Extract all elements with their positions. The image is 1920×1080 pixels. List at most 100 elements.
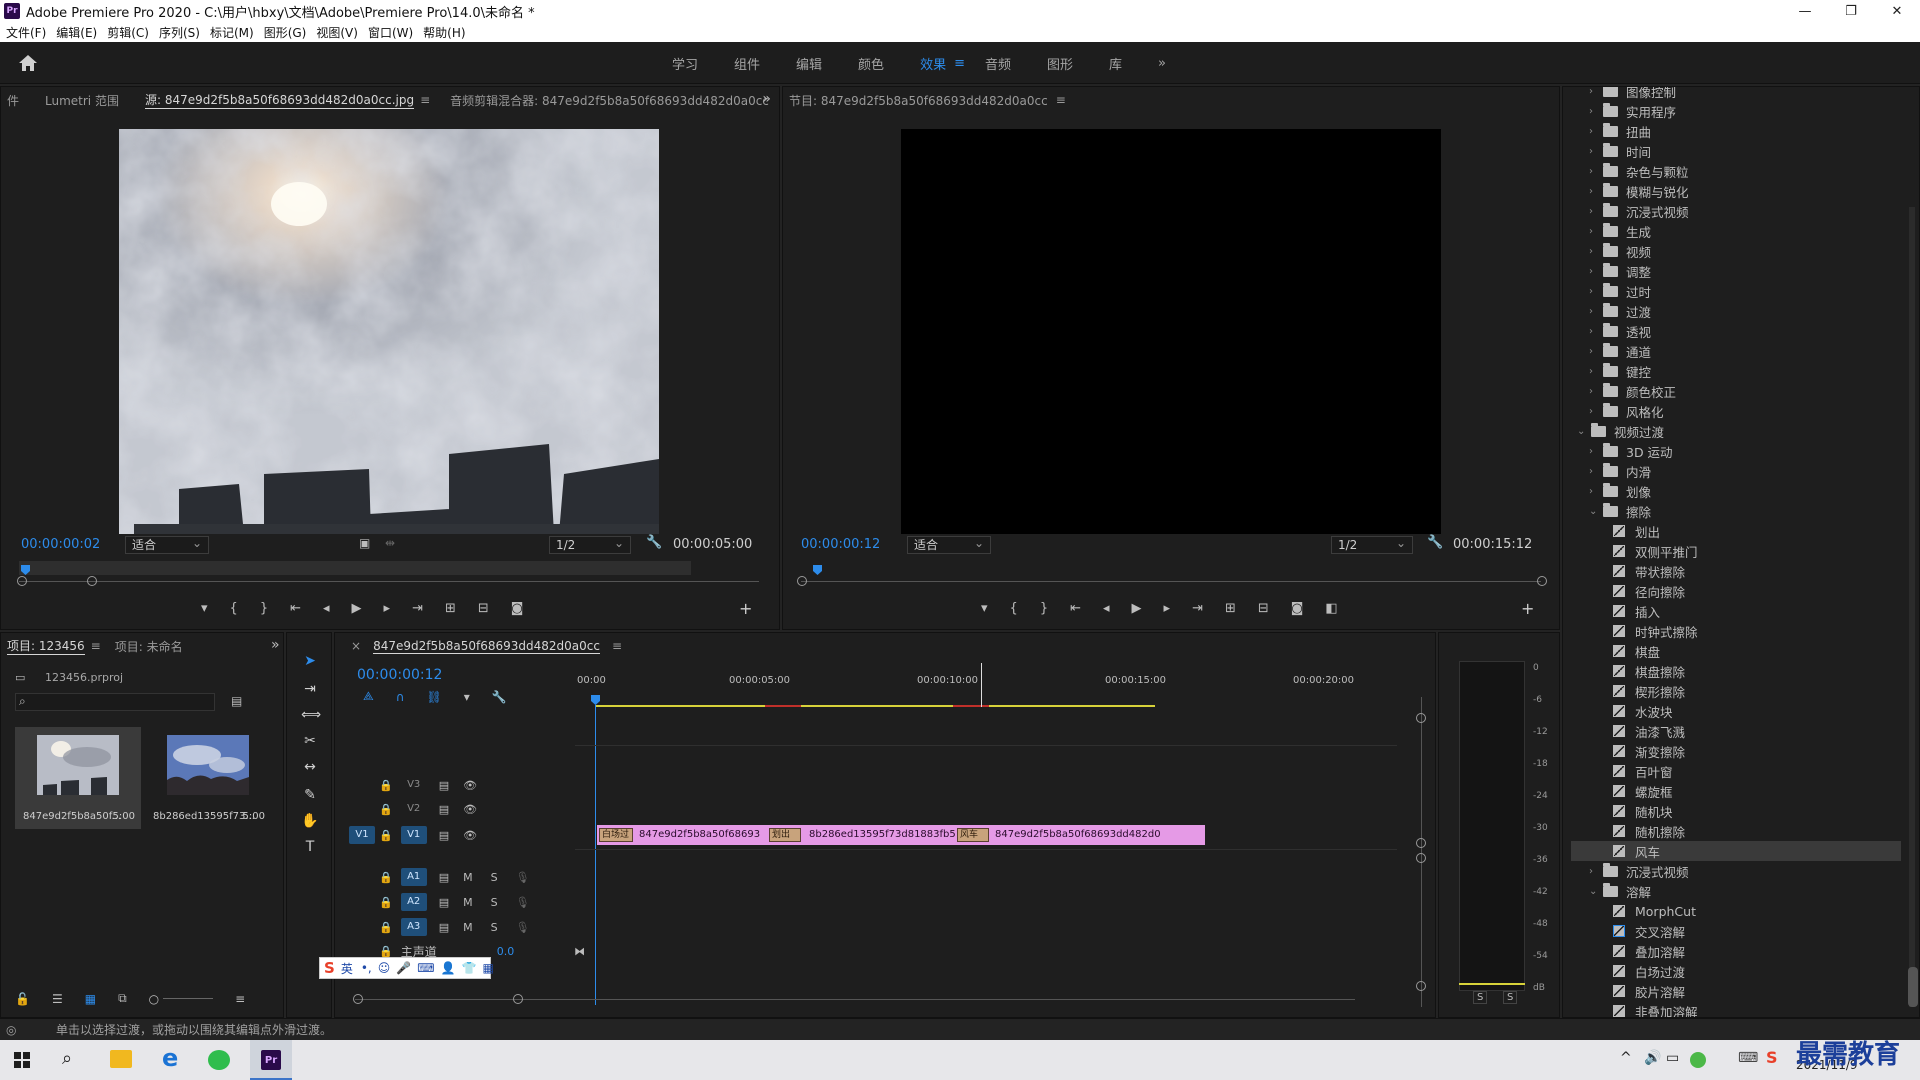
- timeline-menu-icon[interactable]: ≡: [612, 639, 622, 653]
- razor-tool-icon[interactable]: ✂: [301, 733, 319, 751]
- chevron-right-icon[interactable]: ›: [1589, 126, 1603, 137]
- meter-solo-right[interactable]: S: [1503, 991, 1518, 1004]
- timeline-vscroll-handle-top[interactable]: [1416, 713, 1426, 723]
- source-settings-wrench-icon[interactable]: 🔧: [646, 535, 662, 550]
- source-insert-icon[interactable]: ⊞: [445, 601, 456, 616]
- tab-partial[interactable]: 件: [7, 92, 19, 109]
- chevron-right-icon[interactable]: ›: [1589, 466, 1603, 477]
- panel-overflow-icon[interactable]: »: [762, 91, 771, 107]
- program-resolution-dropdown[interactable]: 1/2: [1331, 535, 1413, 554]
- effect-item[interactable]: 棋盘: [1613, 641, 1903, 661]
- type-tool-icon[interactable]: T: [301, 839, 319, 857]
- go-to-out-point-icon[interactable]: ⧓: [574, 945, 585, 958]
- tray-app-icon[interactable]: [1690, 1052, 1706, 1068]
- source-resolution-dropdown[interactable]: 1/2: [549, 535, 631, 554]
- linked-selection-icon[interactable]: ⛓: [427, 690, 442, 704]
- clip-3[interactable]: 847e9d2f5b8a50f68693dd482d0: [991, 825, 1201, 845]
- track-lock-icon[interactable]: 🔒: [379, 779, 393, 792]
- effects-scrollbar-thumb[interactable]: [1908, 967, 1918, 1007]
- track-lock-icon[interactable]: 🔒: [379, 829, 393, 842]
- program-extract-icon[interactable]: ⊟: [1258, 601, 1269, 616]
- ripple-edit-tool-icon[interactable]: ⟺: [301, 707, 321, 725]
- effect-item[interactable]: 螺旋框: [1613, 781, 1903, 801]
- effect-folder[interactable]: › 颜色校正: [1589, 381, 1903, 401]
- effect-item[interactable]: 划出: [1613, 521, 1903, 541]
- timeline-tab[interactable]: 847e9d2f5b8a50f68693dd482d0a0cc: [373, 639, 600, 654]
- track-sync-icon[interactable]: ▤: [439, 829, 449, 842]
- chevron-right-icon[interactable]: ›: [1589, 266, 1603, 277]
- source-fit-dropdown[interactable]: 适合: [125, 535, 209, 554]
- icon-view-icon[interactable]: ▦: [85, 992, 96, 1006]
- menu-window[interactable]: 窗口(W): [368, 24, 413, 41]
- volume-icon[interactable]: 🔊: [1644, 1050, 1661, 1066]
- tray-up-arrow-icon[interactable]: ^: [1620, 1050, 1632, 1066]
- workspace-tab-learn[interactable]: 学习: [672, 54, 698, 73]
- menu-graphics[interactable]: 图形(G): [264, 24, 307, 41]
- minimize-button[interactable]: —: [1782, 0, 1828, 22]
- workspace-tab-effects[interactable]: 效果: [920, 54, 946, 73]
- slip-tool-icon[interactable]: ↔: [301, 759, 319, 777]
- file-explorer-icon[interactable]: [110, 1050, 132, 1068]
- meter-solo-left[interactable]: S: [1473, 991, 1488, 1004]
- effect-folder[interactable]: › 3D 运动: [1589, 441, 1903, 461]
- effect-item[interactable]: 交叉溶解: [1613, 921, 1903, 941]
- chevron-right-icon[interactable]: ›: [1589, 286, 1603, 297]
- workspace-tab-libraries[interactable]: 库: [1109, 54, 1122, 73]
- program-fit-dropdown[interactable]: 适合: [907, 535, 991, 554]
- track-a1-label[interactable]: A1: [400, 868, 427, 886]
- mute-button[interactable]: M: [463, 921, 473, 934]
- source-go-to-out-icon[interactable]: ⇥: [412, 601, 423, 616]
- track-lock-icon[interactable]: 🔒: [379, 945, 393, 958]
- workspace-menu-icon[interactable]: ≡: [954, 56, 965, 71]
- clip-1[interactable]: 847e9d2f5b8a50f68693: [635, 825, 765, 845]
- effect-folder[interactable]: › 杂色与颗粒: [1589, 161, 1903, 181]
- program-add-button-icon[interactable]: +: [1521, 599, 1534, 618]
- chevron-right-icon[interactable]: ›: [1589, 406, 1603, 417]
- timeline-vertical-scrollbar[interactable]: [1421, 697, 1422, 1007]
- effect-item[interactable]: 渐变擦除: [1613, 741, 1903, 761]
- program-mark-out-icon[interactable]: }: [1040, 601, 1048, 616]
- effect-folder[interactable]: › 视频: [1589, 241, 1903, 261]
- timeline-vscroll-handle-mid2[interactable]: [1416, 853, 1426, 863]
- effect-folder[interactable]: › 透视: [1589, 321, 1903, 341]
- effect-item[interactable]: 非叠加溶解: [1613, 1001, 1903, 1017]
- pen-tool-icon[interactable]: ✎: [301, 787, 319, 805]
- freeform-view-icon[interactable]: ⧉: [118, 991, 127, 1006]
- transition-3[interactable]: 风车: [957, 828, 989, 842]
- program-lift-icon[interactable]: ⊞: [1225, 601, 1236, 616]
- chevron-right-icon[interactable]: ›: [1589, 186, 1603, 197]
- effect-folder[interactable]: › 时间: [1589, 141, 1903, 161]
- source-zoom-handle-right[interactable]: [87, 576, 97, 586]
- menu-edit[interactable]: 编辑(E): [56, 24, 97, 41]
- ime-toolbar[interactable]: S 英 •, ☺ 🎤 ⌨ 👤 👕 ▦: [319, 957, 494, 979]
- project-item-2[interactable]: 8b286ed13595f73... 5:00: [145, 727, 271, 829]
- source-mark-out-icon[interactable]: }: [260, 601, 268, 616]
- chevron-right-icon[interactable]: ›: [1589, 166, 1603, 177]
- project-search-input[interactable]: [15, 693, 215, 711]
- source-patch-v1[interactable]: V1: [349, 826, 375, 844]
- track-sync-icon[interactable]: ▤: [439, 896, 449, 909]
- track-sync-icon[interactable]: ▤: [439, 871, 449, 884]
- menu-view[interactable]: 视图(V): [316, 24, 358, 41]
- effect-folder[interactable]: › 划像: [1589, 481, 1903, 501]
- tab-source[interactable]: 源: 847e9d2f5b8a50f68693dd482d0a0cc.jpg: [144, 91, 415, 109]
- solo-button[interactable]: S: [491, 921, 498, 934]
- effect-item[interactable]: 胶片溶解: [1613, 981, 1903, 1001]
- effect-item[interactable]: 随机块: [1613, 801, 1903, 821]
- workspace-tab-graphics[interactable]: 图形: [1047, 54, 1073, 73]
- workspace-tab-audio[interactable]: 音频: [985, 54, 1011, 73]
- program-export-frame-icon[interactable]: ◙: [1291, 601, 1304, 616]
- menu-markers[interactable]: 标记(M): [210, 24, 254, 41]
- voiceover-mic-icon[interactable]: 🎙: [516, 896, 530, 909]
- effect-item[interactable]: 插入: [1613, 601, 1903, 621]
- tab-project-untitled[interactable]: 项目: 未命名: [115, 638, 183, 655]
- effect-folder[interactable]: › 生成: [1589, 221, 1903, 241]
- hand-tool-icon[interactable]: ✋: [301, 813, 319, 831]
- zoom-slider[interactable]: [163, 998, 214, 999]
- effect-item[interactable]: 随机擦除: [1613, 821, 1903, 841]
- source-overwrite-icon[interactable]: ⊟: [478, 601, 489, 616]
- effect-folder[interactable]: › 风格化: [1589, 401, 1903, 421]
- workspace-more-button[interactable]: »: [1158, 56, 1166, 71]
- tab-project-123456[interactable]: 项目: 123456: [7, 637, 85, 655]
- timeline-hscroll-handle-right[interactable]: [513, 994, 523, 1004]
